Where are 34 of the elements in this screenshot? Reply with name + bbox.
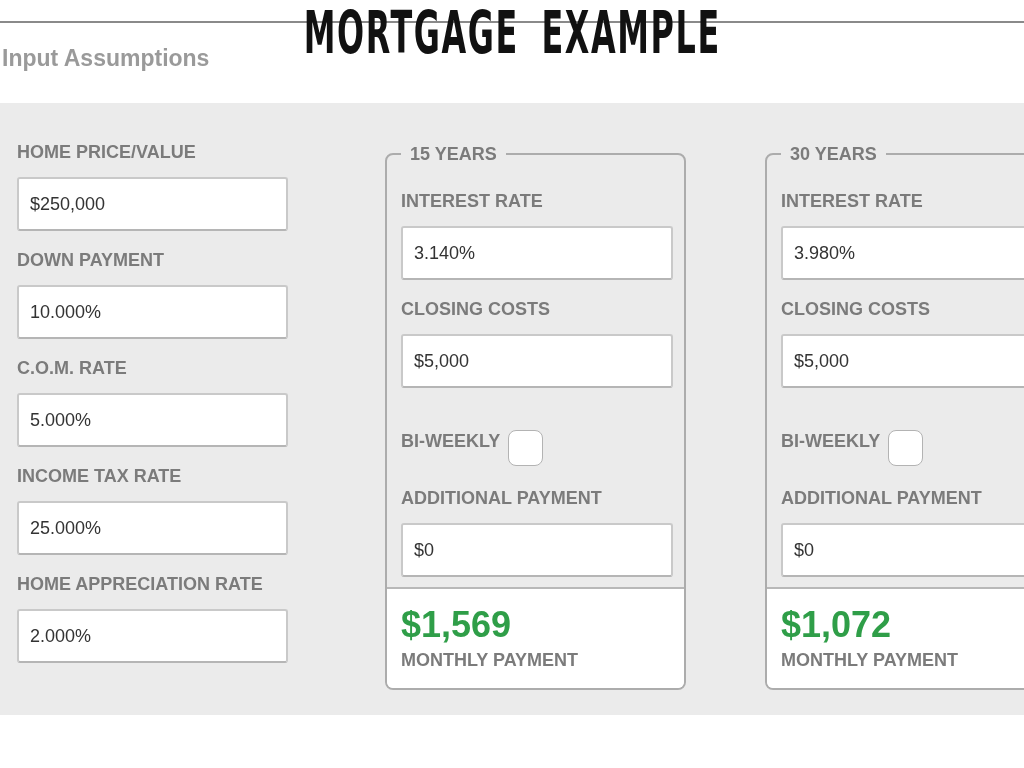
checkbox-label: BI-WEEKLY	[401, 430, 501, 452]
checkbox[interactable]	[888, 430, 924, 466]
input-field[interactable]: 5.000%	[17, 393, 288, 447]
payment-label: MONTHLY PAYMENT	[401, 649, 580, 671]
payment-amount: $1,072	[781, 605, 893, 645]
field-label: ADDITIONAL PAYMENT	[401, 487, 603, 509]
input-field[interactable]: $5,000	[781, 334, 1024, 388]
field-label: INTEREST RATE	[781, 190, 924, 212]
section-title: Input Assumptions	[2, 45, 210, 71]
input-field[interactable]: 3.140%	[401, 226, 673, 280]
field-label: DOWN PAYMENT	[17, 249, 165, 271]
field-label: HOME PRICE/VALUE	[17, 141, 197, 163]
checkbox[interactable]	[508, 430, 544, 466]
input-field[interactable]: 25.000%	[17, 501, 288, 555]
field-label: CLOSING COSTS	[401, 298, 551, 320]
panel-legend: 15 YEARS	[401, 143, 506, 165]
field-label: INCOME TAX RATE	[17, 465, 183, 487]
payment-label: MONTHLY PAYMENT	[781, 649, 960, 671]
checkbox-label: BI-WEEKLY	[781, 430, 881, 452]
payment-amount: $1,569	[401, 605, 513, 645]
field-label: INTEREST RATE	[401, 190, 544, 212]
input-field[interactable]: 3.980%	[781, 226, 1024, 280]
input-field[interactable]: $5,000	[401, 334, 673, 388]
field-label: ADDITIONAL PAYMENT	[781, 487, 983, 509]
field-label: C.O.M. RATE	[17, 357, 128, 379]
panel-legend: 30 YEARS	[781, 143, 886, 165]
slide-title: MORTGAGE EXAMPLE	[303, 9, 721, 57]
field-label: CLOSING COSTS	[781, 298, 931, 320]
input-field[interactable]: $0	[781, 523, 1024, 577]
input-field[interactable]: $250,000	[17, 177, 288, 231]
input-field[interactable]: $0	[401, 523, 673, 577]
input-field[interactable]: 2.000%	[17, 609, 288, 663]
input-field[interactable]: 10.000%	[17, 285, 288, 339]
field-label: HOME APPRECIATION RATE	[17, 573, 264, 595]
